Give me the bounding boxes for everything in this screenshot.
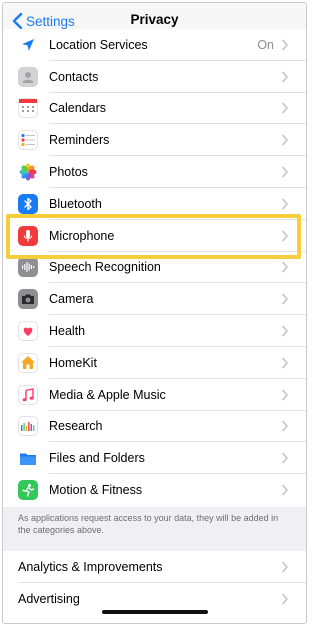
fitness-icon xyxy=(18,480,38,501)
row-files-and-folders[interactable]: Files and Folders xyxy=(3,442,306,475)
bluetooth-icon xyxy=(18,193,38,214)
chevron-right-icon xyxy=(282,421,288,432)
chevron-right-icon xyxy=(282,262,288,273)
row-label: Photos xyxy=(49,165,88,180)
row-label: Analytics & Improvements xyxy=(18,559,163,574)
row-media-apple-music[interactable]: Media & Apple Music xyxy=(3,378,306,411)
row-label: Calendars xyxy=(49,101,106,116)
row-label: Contacts xyxy=(49,69,99,84)
chevron-right-icon xyxy=(282,103,288,114)
row-microphone[interactable]: Microphone xyxy=(3,219,306,252)
row-label: Research xyxy=(49,419,103,434)
chevron-right-icon xyxy=(282,484,288,496)
chevron-right-icon xyxy=(282,293,288,305)
footer-note: As applications request access to your d… xyxy=(18,513,279,535)
row-label: Location Services xyxy=(49,37,148,52)
row-value: On xyxy=(257,37,274,52)
waveform-icon xyxy=(18,257,38,278)
row-photos[interactable]: Photos xyxy=(3,156,306,188)
privacy-list: Location Services On Contacts Calendars … xyxy=(3,29,306,506)
row-reminders[interactable]: Reminders xyxy=(3,124,306,157)
row-contacts[interactable]: Contacts xyxy=(3,60,306,93)
row-label: Advertising xyxy=(18,591,80,606)
row-location-services[interactable]: Location Services On xyxy=(3,29,306,61)
row-calendars[interactable]: Calendars xyxy=(3,92,306,125)
photos-icon xyxy=(18,162,38,182)
chevron-right-icon xyxy=(282,452,288,464)
row-label: Bluetooth xyxy=(49,196,102,211)
section-footer: As applications request access to your d… xyxy=(3,507,306,551)
research-icon xyxy=(18,416,38,437)
chevron-right-icon xyxy=(282,593,288,604)
heart-icon xyxy=(18,321,38,342)
camera-icon xyxy=(18,289,38,310)
home-icon xyxy=(18,352,38,373)
chevron-right-icon xyxy=(282,39,288,51)
calendar-icon xyxy=(18,98,38,119)
chevron-right-icon xyxy=(282,230,288,241)
settings-window: Settings Privacy Location Services On Co… xyxy=(2,2,307,624)
chevron-right-icon xyxy=(282,389,288,400)
row-label: Media & Apple Music xyxy=(49,387,166,402)
home-indicator xyxy=(102,610,208,614)
chevron-right-icon xyxy=(282,325,288,337)
chevron-right-icon xyxy=(282,71,288,82)
chevron-right-icon xyxy=(282,166,288,178)
chevron-right-icon xyxy=(282,561,288,573)
row-speech-recognition[interactable]: Speech Recognition xyxy=(3,251,306,284)
location-arrow-icon xyxy=(18,35,38,55)
row-camera[interactable]: Camera xyxy=(3,283,306,316)
row-homekit[interactable]: HomeKit xyxy=(3,346,306,379)
folder-icon xyxy=(18,448,38,468)
contacts-icon xyxy=(18,66,38,87)
row-label: Reminders xyxy=(49,133,110,148)
reminders-icon xyxy=(18,130,38,151)
row-research[interactable]: Research xyxy=(3,410,306,443)
row-motion-fitness[interactable]: Motion & Fitness xyxy=(3,474,306,506)
row-health[interactable]: Health xyxy=(3,315,306,347)
row-label: Microphone xyxy=(49,228,115,243)
music-note-icon xyxy=(18,384,38,405)
row-label: HomeKit xyxy=(49,355,97,370)
row-analytics-improvements[interactable]: Analytics & Improvements xyxy=(3,551,306,583)
page-title: Privacy xyxy=(130,12,179,27)
microphone-icon xyxy=(18,225,38,246)
row-label: Camera xyxy=(49,292,94,307)
chevron-right-icon xyxy=(282,357,288,369)
row-bluetooth[interactable]: Bluetooth xyxy=(3,187,306,220)
row-label: Speech Recognition xyxy=(49,260,161,275)
row-label: Health xyxy=(49,324,86,339)
chevron-right-icon xyxy=(282,198,288,210)
analytics-group: Analytics & Improvements Advertising xyxy=(3,551,306,615)
row-label: Files and Folders xyxy=(49,451,145,466)
row-label: Motion & Fitness xyxy=(49,483,143,498)
chevron-right-icon xyxy=(282,134,288,146)
